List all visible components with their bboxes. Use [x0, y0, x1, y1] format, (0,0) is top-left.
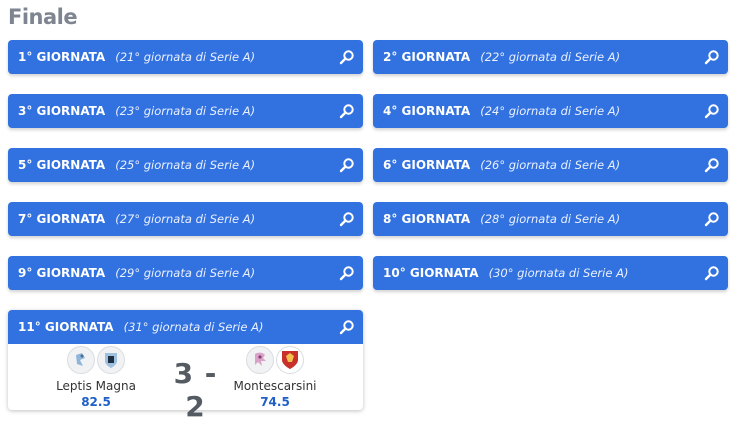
round-8-button[interactable]: 8° GIORNATA (28° giornata di Serie A) [373, 202, 728, 236]
round-subtitle: (31° giornata di Serie A) [123, 320, 264, 334]
round-name: 9° GIORNATA [18, 266, 106, 280]
search-icon[interactable] [704, 49, 720, 65]
section-title: Finale [8, 5, 78, 29]
round-7-button[interactable]: 7° GIORNATA (27° giornata di Serie A) [8, 202, 363, 236]
round-name: 7° GIORNATA [18, 212, 106, 226]
round-name: 6° GIORNATA [383, 158, 471, 172]
round-name: 8° GIORNATA [383, 212, 471, 226]
round-subtitle: (29° giornata di Serie A) [115, 266, 256, 280]
search-icon[interactable] [339, 319, 355, 335]
round-subtitle: (28° giornata di Serie A) [480, 212, 621, 226]
team-crest-icon [276, 346, 304, 374]
round-11-button[interactable]: 11° GIORNATA (31° giornata di Serie A) [8, 310, 363, 344]
search-icon[interactable] [339, 211, 355, 227]
search-icon[interactable] [704, 103, 720, 119]
round-4-button[interactable]: 4° GIORNATA (24° giornata di Serie A) [373, 94, 728, 128]
round-subtitle: (22° giornata di Serie A) [480, 50, 621, 64]
away-team-name: Montescarsini [233, 379, 317, 393]
search-icon[interactable] [704, 157, 720, 173]
team-avatar-icon [67, 346, 95, 374]
round-name: 4° GIORNATA [383, 104, 471, 118]
round-name: 1° GIORNATA [18, 50, 106, 64]
away-team[interactable]: Montescarsini 74.5 [220, 346, 330, 409]
round-subtitle: (25° giornata di Serie A) [115, 158, 256, 172]
round-name: 3° GIORNATA [18, 104, 106, 118]
away-team-points: 74.5 [260, 395, 290, 409]
search-icon[interactable] [339, 265, 355, 281]
round-3-button[interactable]: 3° GIORNATA (23° giornata di Serie A) [8, 94, 363, 128]
search-icon[interactable] [339, 103, 355, 119]
round-6-button[interactable]: 6° GIORNATA (26° giornata di Serie A) [373, 148, 728, 182]
round-subtitle: (30° giornata di Serie A) [488, 266, 629, 280]
home-team-points: 82.5 [81, 395, 111, 409]
team-avatar-icon [246, 346, 274, 374]
team-crest-icon [97, 346, 125, 374]
search-icon[interactable] [339, 157, 355, 173]
round-name: 5° GIORNATA [18, 158, 106, 172]
round-subtitle: (24° giornata di Serie A) [480, 104, 621, 118]
search-icon[interactable] [339, 49, 355, 65]
round-9-button[interactable]: 9° GIORNATA (29° giornata di Serie A) [8, 256, 363, 290]
round-name: 10° GIORNATA [383, 266, 479, 280]
round-1-button[interactable]: 1° GIORNATA (21° giornata di Serie A) [8, 40, 363, 74]
home-team-name: Leptis Magna [56, 379, 136, 393]
round-subtitle: (23° giornata di Serie A) [115, 104, 256, 118]
search-icon[interactable] [704, 265, 720, 281]
match-card: 11° GIORNATA (31° giornata di Serie A) L… [8, 310, 363, 423]
round-5-button[interactable]: 5° GIORNATA (25° giornata di Serie A) [8, 148, 363, 182]
round-name: 2° GIORNATA [383, 50, 471, 64]
round-subtitle: (26° giornata di Serie A) [480, 158, 621, 172]
round-subtitle: (27° giornata di Serie A) [115, 212, 256, 226]
round-name: 11° GIORNATA [18, 320, 114, 334]
search-icon[interactable] [704, 211, 720, 227]
round-subtitle: (21° giornata di Serie A) [115, 50, 256, 64]
round-10-button[interactable]: 10° GIORNATA (30° giornata di Serie A) [373, 256, 728, 290]
home-team[interactable]: Leptis Magna 82.5 [41, 346, 151, 409]
round-2-button[interactable]: 2° GIORNATA (22° giornata di Serie A) [373, 40, 728, 74]
